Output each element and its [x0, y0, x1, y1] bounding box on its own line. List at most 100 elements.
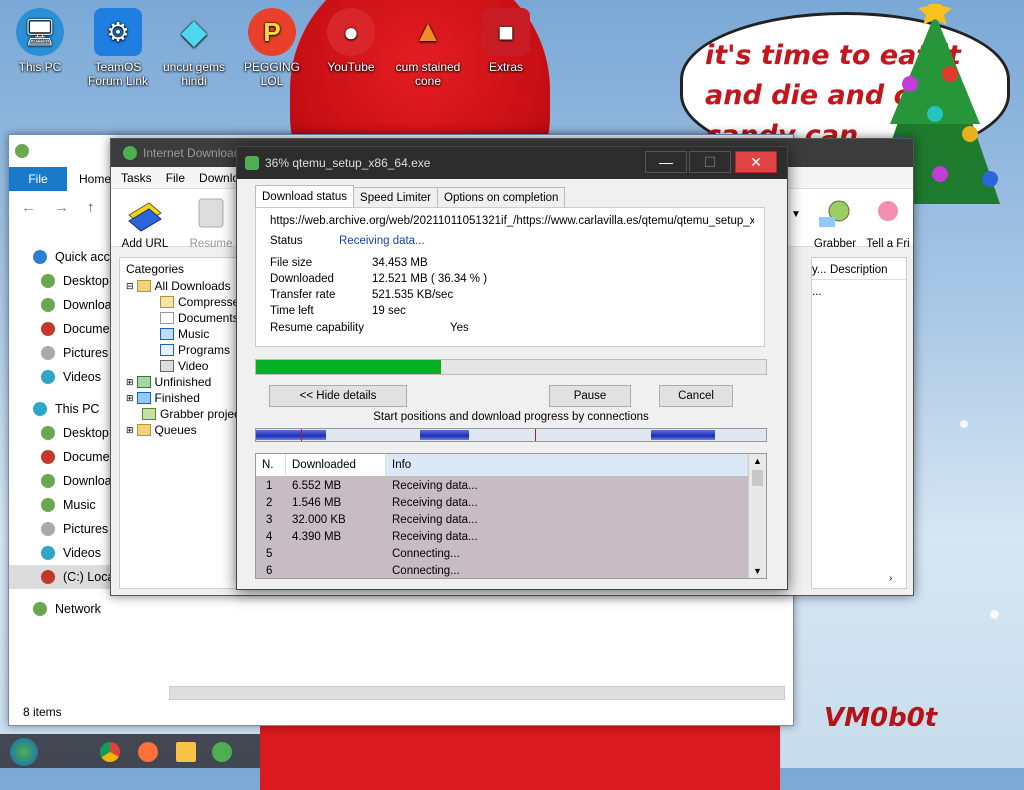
desktop-icon-uncut-gems[interactable]: ◆ uncut gems hindi [154, 8, 234, 88]
sidebar-item-downloads-2[interactable]: Downloa [9, 469, 113, 493]
menu-file[interactable]: File [166, 171, 185, 185]
sidebar-item-desktop[interactable]: Desktop [9, 269, 113, 293]
folder-icon [136, 280, 151, 292]
column-header-number[interactable]: N. [256, 454, 286, 476]
maximize-button[interactable]: ☐ [689, 151, 731, 173]
minimize-button[interactable]: — [645, 151, 687, 173]
snowflake [990, 610, 999, 619]
ice-cream-icon: ▲ [413, 15, 443, 48]
sidebar-item-label: Documen [63, 450, 113, 464]
category-video[interactable]: Video [120, 358, 236, 374]
categories-panel: Categories ⊟ All Downloads Compresse Docu… [119, 257, 237, 589]
scroll-up-arrow-icon[interactable]: ▲ [749, 454, 766, 468]
sidebar-item-label: This PC [55, 402, 100, 416]
desktop-icon-extras[interactable]: ■ Extras [466, 8, 546, 74]
tab-speed-limiter[interactable]: Speed Limiter [353, 187, 438, 207]
category-queues[interactable]: ⊞ Queues [120, 422, 236, 438]
menu-tasks[interactable]: Tasks [121, 171, 152, 185]
category-programs[interactable]: Programs [120, 342, 236, 358]
desktop-icon-youtube[interactable]: ● YouTube [311, 8, 391, 74]
chrome-icon[interactable] [100, 742, 120, 762]
up-arrow-icon[interactable]: ↑ [87, 199, 95, 216]
star-icon [33, 250, 47, 264]
firefox-icon[interactable] [138, 742, 158, 762]
taskbar [0, 734, 260, 768]
category-compressed[interactable]: Compresse [120, 294, 236, 310]
scroll-down-arrow-icon[interactable]: ▼ [749, 564, 766, 578]
pause-button[interactable]: Pause [549, 385, 631, 407]
desktop-icon-this-pc[interactable]: 🖥 This PC [0, 8, 80, 74]
sidebar-item-label: (C:) Loca [63, 570, 113, 584]
file-explorer-icon[interactable] [176, 742, 196, 762]
category-unfinished[interactable]: ⊞ Unfinished [120, 374, 236, 390]
table-row: 2 1.546 MB Receiving data... [266, 497, 478, 509]
sidebar-item-videos[interactable]: Videos [9, 365, 113, 389]
category-music[interactable]: Music [120, 326, 236, 342]
forward-arrow-icon[interactable]: → [54, 199, 69, 216]
table-row: 4 4.390 MB Receiving data... [266, 531, 478, 543]
category-grabber-projects[interactable]: Grabber projec [120, 406, 236, 422]
start-button[interactable] [10, 738, 38, 766]
category-all-downloads[interactable]: ⊟ All Downloads [120, 278, 236, 294]
connections-table[interactable]: N. Downloaded Info 1 6.552 MB Receiving da… [255, 453, 767, 579]
snowflake [960, 420, 968, 428]
table-vertical-scrollbar[interactable]: ▲ ▼ [748, 454, 766, 578]
sidebar-item-downloads[interactable]: Downloa [9, 293, 113, 317]
field-value: 12.521 MB ( 36.34 % ) [372, 273, 488, 285]
explorer-horizontal-scrollbar[interactable] [169, 686, 785, 700]
sidebar-item-pictures-2[interactable]: Pictures [9, 517, 113, 541]
tell-a-friend-button[interactable]: Tell a Fri [863, 195, 913, 250]
downloads-list[interactable]: y... Description ... [811, 257, 908, 589]
list-column-partial[interactable]: y... [812, 264, 826, 276]
add-url-button[interactable]: Add URL [115, 195, 175, 250]
hide-details-button[interactable]: << Hide details [269, 385, 407, 407]
sidebar-item-documents[interactable]: Documen [9, 317, 113, 341]
sidebar-item-network[interactable]: Network [9, 597, 113, 621]
list-cell: ... [812, 286, 822, 298]
ribbon-tab-file[interactable]: File [9, 167, 67, 191]
desktop-icon-cone[interactable]: ▲ cum stained cone [388, 8, 468, 89]
checkmark-folder-icon [136, 392, 151, 404]
back-arrow-icon[interactable]: ← [21, 199, 36, 216]
toolbar-dropdown-arrow-icon[interactable]: ▼ [791, 209, 801, 220]
scroll-right-arrow-icon[interactable]: › [889, 573, 892, 584]
tab-download-status[interactable]: Download status [255, 185, 355, 207]
desktop-icon-teamos[interactable]: ⚙ TeamOS Forum Link [78, 8, 158, 88]
download-url: https://web.archive.org/web/202110110513… [270, 215, 754, 227]
menu-downloads[interactable]: Downlo [199, 171, 239, 185]
network-icon [33, 602, 47, 616]
desktop-icon-pegging[interactable]: P PEGGING LOL [232, 8, 312, 88]
sidebar-item-label: Videos [63, 546, 101, 560]
category-finished[interactable]: ⊞ Finished [120, 390, 236, 406]
category-label: Programs [178, 343, 231, 357]
sidebar-item-desktop-2[interactable]: Desktop [9, 421, 113, 445]
grabber-icon [819, 200, 850, 227]
sidebar-item-videos-2[interactable]: Videos [9, 541, 113, 565]
category-label: Video [178, 359, 209, 373]
tab-options-on-completion[interactable]: Options on completion [437, 187, 566, 207]
folder-icon [136, 376, 151, 388]
sidebar-item-pictures[interactable]: Pictures [9, 341, 113, 365]
sidebar-item-quick-access[interactable]: Quick acce [9, 245, 113, 269]
category-documents[interactable]: Documents [120, 310, 236, 326]
close-button[interactable]: ✕ [735, 151, 777, 173]
column-header-downloaded[interactable]: Downloaded [286, 454, 386, 476]
picture-icon [41, 522, 55, 536]
cancel-button[interactable]: Cancel [659, 385, 733, 407]
sidebar-item-this-pc[interactable]: This PC [9, 397, 113, 421]
resume-icon [198, 198, 224, 228]
download-progress-dialog[interactable]: 36% qtemu_setup_x86_64.exe — ☐ ✕ Downloa… [236, 146, 788, 590]
sidebar-item-music[interactable]: Music [9, 493, 113, 517]
program-window-icon [160, 344, 174, 356]
sidebar-item-local-disk[interactable]: (C:) Loca [9, 565, 113, 589]
list-column-description[interactable]: Description [830, 264, 888, 276]
grabber-button[interactable]: Grabber [805, 195, 865, 250]
music-icon [160, 328, 174, 340]
resume-button[interactable]: Resume [181, 195, 241, 250]
scrollbar-thumb[interactable] [752, 470, 763, 486]
dialog-title-bar[interactable]: 36% qtemu_setup_x86_64.exe — ☐ ✕ [237, 147, 787, 179]
sidebar-item-documents-2[interactable]: Documen [9, 445, 113, 469]
column-header-info[interactable]: Info [386, 454, 748, 476]
gem-icon: ◆ [180, 13, 208, 51]
idm-taskbar-icon[interactable] [212, 742, 232, 762]
